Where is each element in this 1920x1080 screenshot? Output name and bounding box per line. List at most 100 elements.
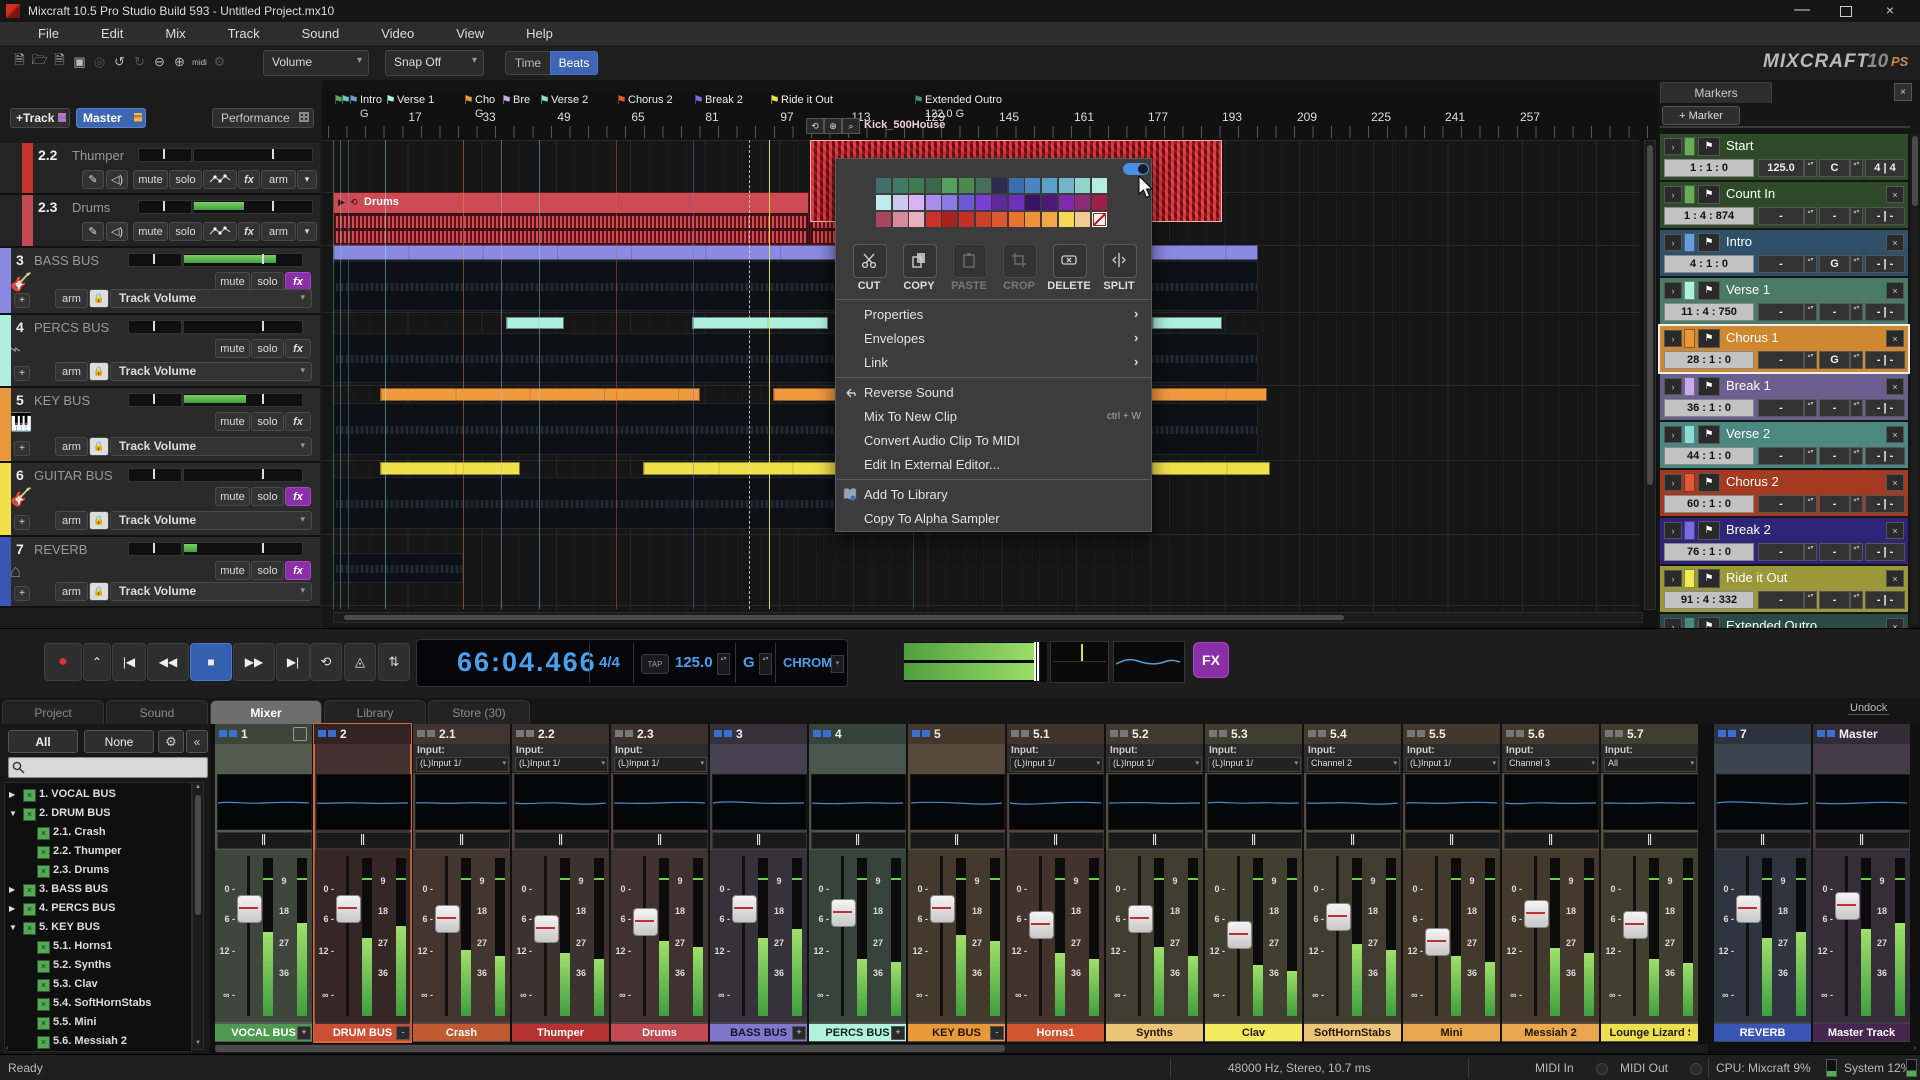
eq-display[interactable]: [613, 774, 708, 830]
track-header-reverb[interactable]: 7REVERB⌂mutesolofxarm🔒Track Volume▾+: [0, 537, 320, 608]
pan-handle[interactable]: [153, 394, 155, 404]
input-dropdown[interactable]: Channel 3▾: [1505, 757, 1598, 772]
tempo-stepper[interactable]: ▴▾: [1804, 255, 1817, 273]
color-swatch[interactable]: [959, 212, 974, 227]
volume-handle[interactable]: [262, 469, 264, 479]
menu-file[interactable]: File: [24, 24, 73, 43]
pan-handle[interactable]: [1648, 834, 1652, 845]
pan-handle[interactable]: [1054, 834, 1058, 845]
checkbox-checked[interactable]: ×: [37, 1017, 50, 1030]
menu-video[interactable]: Video: [367, 24, 428, 43]
pan-slider[interactable]: [811, 832, 906, 849]
draw-tool-button[interactable]: ✎: [82, 170, 104, 189]
menu-item-copy-to-alpha-sampler[interactable]: Copy To Alpha Sampler: [836, 507, 1151, 531]
marker-row-verse-1[interactable]: ›⚑Verse 1×11 : 4 : 750-▴▾-▴▾- | -: [1660, 278, 1908, 324]
tree-item-5-3-clav[interactable]: ×5.3. Clav: [5, 976, 191, 995]
pan-handle[interactable]: [1860, 834, 1864, 845]
detach-window-icon[interactable]: [293, 727, 307, 741]
pan-handle[interactable]: [153, 321, 155, 331]
tempo-stepper[interactable]: ▴▾: [717, 653, 730, 675]
marker-tempo-field[interactable]: -: [1758, 351, 1804, 369]
menu-help[interactable]: Help: [512, 24, 567, 43]
color-swatch[interactable]: [1025, 195, 1040, 210]
mixer-strip-4[interactable]: 40 -6 -12 -∞ -9182736PERCS BUS+: [809, 724, 906, 1042]
vertical-scrollbar[interactable]: [1644, 140, 1656, 610]
lock-icon[interactable]: 🔒: [89, 582, 109, 601]
tempo-stepper[interactable]: ▴▾: [1804, 399, 1817, 417]
volume-handle[interactable]: [262, 394, 264, 404]
marker-flag-icon[interactable]: ⚑: [1698, 281, 1720, 300]
split-button[interactable]: [1103, 244, 1137, 278]
pan-slider[interactable]: [1009, 832, 1104, 849]
checkbox-checked[interactable]: ×: [37, 846, 50, 859]
copy-button[interactable]: [903, 244, 937, 278]
tree-item-5-1-horns1[interactable]: ×5.1. Horns1: [5, 938, 191, 957]
expand-plus-button[interactable]: +: [14, 293, 30, 308]
expand-button[interactable]: ›: [1664, 474, 1682, 491]
marker-delete-icon[interactable]: ×: [1886, 378, 1904, 395]
marker-timesig-field[interactable]: - | -: [1865, 543, 1905, 561]
mixer-strip-2-2[interactable]: 2.2Input:(L)Input 1/▾0 -6 -12 -∞ -918273…: [512, 724, 609, 1042]
color-swatch[interactable]: [876, 178, 891, 193]
toggle-knob[interactable]: [1138, 164, 1148, 174]
menu-item-mix-to-new-clip[interactable]: Mix To New Clipctrl + W: [836, 405, 1151, 429]
strip-name-plate[interactable]: VOCAL BUS+: [215, 1024, 312, 1041]
expand-arrow-icon[interactable]: ▶: [9, 885, 15, 894]
meter-fader-handle[interactable]: [1034, 642, 1040, 681]
time-mode-button[interactable]: Time: [505, 51, 551, 75]
scroll-left-icon[interactable]: ‹: [2, 1044, 12, 1053]
scrollbar-thumb[interactable]: [215, 1045, 1005, 1052]
performance-button[interactable]: Performance: [212, 108, 314, 128]
pan-handle[interactable]: [153, 254, 155, 264]
pan-slider[interactable]: [1504, 832, 1599, 849]
pan-handle[interactable]: [1450, 834, 1454, 845]
strip-name-plate[interactable]: Drums: [611, 1024, 708, 1041]
scroll-up-icon[interactable]: ▲: [194, 784, 202, 792]
marker-row-chorus-2[interactable]: ›⚑Chorus 2×60 : 1 : 0-▴▾-▴▾- | -: [1660, 470, 1908, 516]
marker-position-field[interactable]: 91 : 4 : 332: [1664, 591, 1754, 609]
expand-badge[interactable]: +: [297, 1026, 311, 1040]
color-none-swatch[interactable]: [1092, 212, 1107, 227]
volume-slider[interactable]: [183, 468, 303, 482]
punch-button[interactable]: ⌃: [83, 643, 111, 681]
marker-row-intro[interactable]: ›⚑Intro×4 : 1 : 0-▴▾G▴▾- | -: [1660, 230, 1908, 276]
solo-button[interactable]: solo: [251, 561, 284, 580]
tree-item-5-5-mini[interactable]: ×5.5. Mini: [5, 1014, 191, 1033]
marker-flag-icon[interactable]: ⚑: [1698, 233, 1720, 252]
track-automation-dropdown[interactable]: Track Volume▾: [110, 582, 312, 601]
select-all-button[interactable]: All: [8, 730, 78, 753]
volume-slider[interactable]: [183, 542, 303, 556]
pan-handle[interactable]: [153, 469, 155, 479]
tempo-stepper[interactable]: ▴▾: [1804, 591, 1817, 609]
solo-button[interactable]: solo: [251, 412, 284, 431]
color-swatch[interactable]: [1009, 212, 1024, 227]
scrollbar-thumb[interactable]: [344, 615, 1344, 620]
marker-key-field[interactable]: -: [1819, 207, 1850, 225]
pan-handle[interactable]: [1549, 834, 1553, 845]
marker-delete-icon[interactable]: ×: [1886, 522, 1904, 539]
arm-button[interactable]: arm: [55, 511, 88, 530]
track-automation-dropdown[interactable]: Track Volume▾: [110, 437, 312, 456]
marker-position-field[interactable]: 36 : 1 : 0: [1664, 399, 1754, 417]
tap-tempo-button[interactable]: TAP: [641, 654, 669, 674]
mixer-strip-3[interactable]: 30 -6 -12 -∞ -9182736BASS BUS+: [710, 724, 807, 1042]
color-swatch[interactable]: [876, 195, 891, 210]
marker-flag-icon[interactable]: ⚑: [1698, 473, 1720, 492]
volume-slider[interactable]: [183, 393, 303, 407]
solo-button[interactable]: solo: [169, 170, 202, 189]
color-swatch[interactable]: [1025, 178, 1040, 193]
collapse-badge[interactable]: -: [990, 1026, 1004, 1040]
color-swatch[interactable]: [1059, 212, 1074, 227]
input-dropdown[interactable]: (L)Input 1/▾: [1208, 757, 1301, 772]
eq-display[interactable]: [1207, 774, 1302, 830]
color-swatch[interactable]: [926, 178, 941, 193]
collapse-badge[interactable]: -: [396, 1026, 410, 1040]
menu-item-reverse-sound[interactable]: Reverse Sound: [836, 381, 1151, 405]
fader-handle[interactable]: [1835, 892, 1860, 920]
marker-flag-icon[interactable]: ⚑: [1698, 377, 1720, 396]
master-fx-button[interactable]: FX: [1193, 642, 1229, 678]
add-track-button[interactable]: +Track: [10, 108, 70, 128]
arm-button[interactable]: arm: [261, 222, 296, 241]
strip-name-plate[interactable]: Master Track: [1813, 1024, 1910, 1041]
expand-badge[interactable]: +: [891, 1026, 905, 1040]
